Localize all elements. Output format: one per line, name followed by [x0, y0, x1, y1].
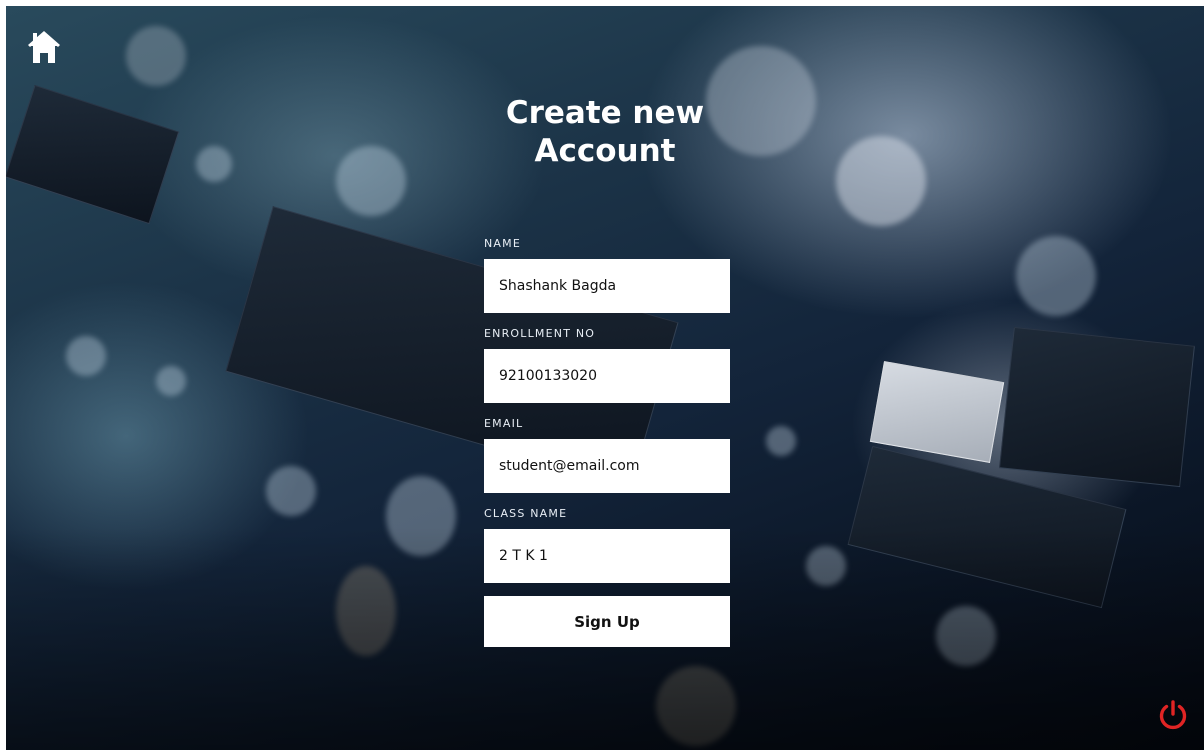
background-frame: Create new Account NAME ENROLLMENT NO EM…: [6, 6, 1204, 750]
email-label: EMAIL: [484, 417, 524, 430]
name-label: NAME: [484, 237, 521, 250]
signup-form: NAME ENROLLMENT NO EMAIL CLASS NAME Sign…: [484, 236, 732, 647]
page-title: Create new Account: [6, 94, 1204, 170]
power-icon: [1159, 700, 1187, 730]
home-icon: [28, 31, 60, 63]
page-title-line2: Account: [534, 133, 676, 169]
name-input[interactable]: [484, 259, 730, 313]
enrollment-input[interactable]: [484, 349, 730, 403]
power-button[interactable]: [1156, 698, 1190, 732]
class-name-input[interactable]: [484, 529, 730, 583]
enrollment-label: ENROLLMENT NO: [484, 327, 596, 340]
page-title-line1: Create new: [505, 95, 705, 131]
email-input[interactable]: [484, 439, 730, 493]
class-name-label: CLASS NAME: [484, 507, 568, 520]
home-button[interactable]: [28, 30, 60, 66]
sign-up-button[interactable]: Sign Up: [484, 596, 730, 647]
